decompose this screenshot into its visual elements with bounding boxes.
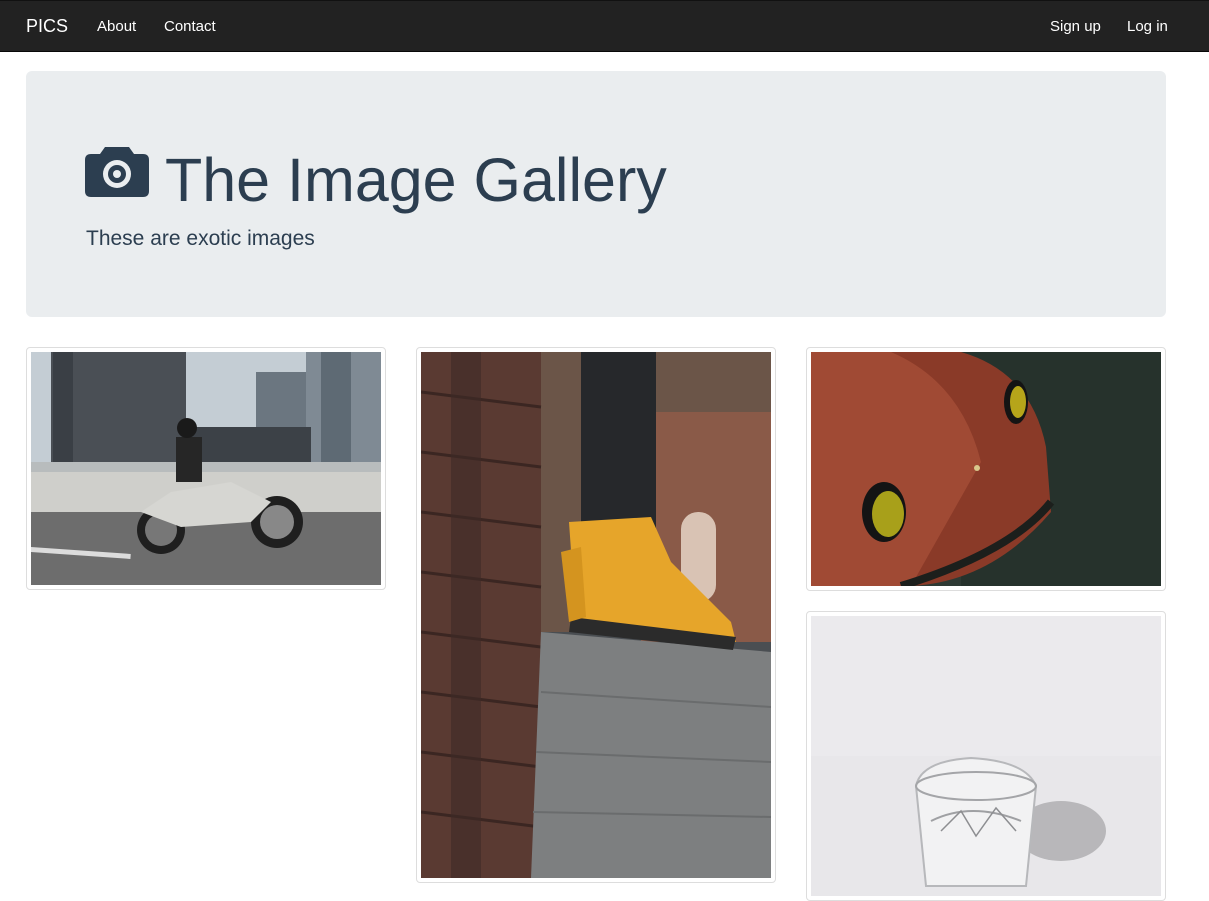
camera-icon <box>85 147 149 197</box>
nav-contact-link[interactable]: Contact <box>164 1 216 52</box>
page-subtitle: These are exotic images <box>86 227 315 250</box>
page-title: The Image Gallery <box>165 146 667 214</box>
motorcycle-image[interactable] <box>31 352 381 585</box>
red-car-image[interactable] <box>811 352 1161 586</box>
gallery-thumbnail[interactable] <box>416 347 776 883</box>
gallery-thumbnail[interactable] <box>26 347 386 590</box>
gallery-thumbnail[interactable] <box>806 611 1166 901</box>
log-in-link[interactable]: Log in <box>1127 1 1168 52</box>
top-navbar: PICS About Contact Sign up Log in <box>0 0 1209 52</box>
yellow-sneaker-image[interactable] <box>421 352 771 878</box>
sign-up-link[interactable]: Sign up <box>1050 1 1101 52</box>
brand-link[interactable]: PICS <box>26 1 68 52</box>
hero-jumbotron: The Image Gallery These are exotic image… <box>26 71 1166 317</box>
gallery-thumbnail[interactable] <box>806 347 1166 591</box>
nav-about-link[interactable]: About <box>97 1 136 52</box>
water-glass-image[interactable] <box>811 616 1161 896</box>
